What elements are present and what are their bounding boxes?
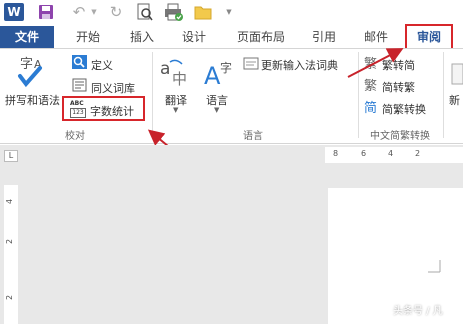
tab-stop-selector[interactable]: L [4,150,18,162]
watermark-text: 头条号 / 凡 [393,306,443,317]
ruler-tick: 4 [388,149,394,158]
ruler-tick: 2 [5,294,15,301]
ruler-tick: 6 [361,149,367,158]
horizontal-ruler[interactable]: 8 6 4 2 [325,147,463,163]
ruler-tick: 2 [5,238,15,245]
vertical-ruler[interactable]: 4 2 2 [4,185,18,324]
ruler-tick: 4 [5,198,15,205]
ruler-tick: 2 [415,149,421,158]
ruler-tick: 8 [333,149,339,158]
arrow-to-review-tab [347,48,404,78]
